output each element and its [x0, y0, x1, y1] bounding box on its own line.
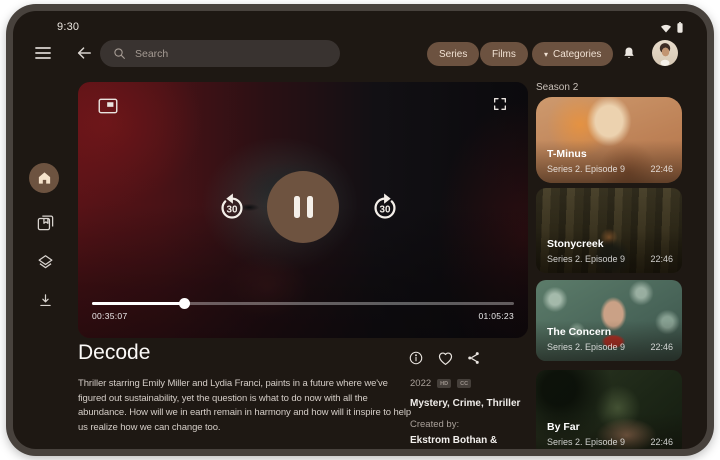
fullscreen-button[interactable] [492, 95, 510, 113]
layers-icon [36, 253, 55, 272]
episode-meta: Series 2. Episode 9 22:46 [547, 342, 673, 352]
episode-title: Stonycreek [547, 238, 604, 250]
avatar[interactable] [652, 40, 678, 66]
filter-chip-categories[interactable]: ▾ Categories [532, 42, 613, 66]
search-icon [113, 47, 126, 60]
chip-label: Series [439, 49, 467, 60]
search-input[interactable]: Search [100, 40, 340, 67]
filter-chip-series[interactable]: Series [427, 42, 479, 66]
sidebar-item-downloads[interactable] [34, 289, 56, 311]
episode-card-by-far[interactable]: By Far Series 2. Episode 9 22:46 [536, 370, 682, 449]
picture-in-picture-button[interactable] [98, 97, 120, 115]
episode-subtitle: Series 2. Episode 9 [547, 437, 625, 447]
sidebar-item-browse[interactable] [34, 251, 56, 273]
share-button[interactable] [466, 349, 483, 366]
episode-title: By Far [547, 421, 580, 433]
skip-seconds-label: 30 [380, 204, 391, 215]
title-actions [408, 349, 483, 366]
search-placeholder: Search [135, 48, 168, 60]
episode-card-the-concern[interactable]: The Concern Series 2. Episode 9 22:46 [536, 280, 682, 361]
forward-30-button[interactable]: 30 [367, 189, 403, 225]
episode-duration: 22:46 [650, 254, 673, 264]
replay-30-button[interactable]: 30 [214, 189, 250, 225]
download-icon [37, 292, 54, 309]
progress-track[interactable] [92, 302, 514, 305]
filter-chip-films[interactable]: Films [480, 42, 528, 66]
info-button[interactable] [408, 349, 425, 366]
episode-meta: Series 2. Episode 9 22:46 [547, 437, 673, 447]
play-pause-button[interactable] [267, 171, 339, 243]
episode-title: T-Minus [547, 148, 587, 160]
tablet-mockup: 9:30 Search Series Films [0, 0, 720, 460]
episode-duration: 22:46 [650, 164, 673, 174]
cc-badge: CC [457, 379, 471, 388]
status-bar-clock: 9:30 [57, 21, 79, 33]
metadata-panel: 2022 HD CC Mystery, Crime, Thriller Crea… [410, 378, 540, 449]
pause-icon [294, 196, 300, 218]
home-icon [37, 171, 52, 185]
battery-icon [677, 22, 683, 33]
progress-fill [92, 302, 185, 305]
episode-meta: Series 2. Episode 9 22:46 [547, 164, 673, 174]
episode-meta: Series 2. Episode 9 22:46 [547, 254, 673, 264]
genres-text: Mystery, Crime, Thriller [410, 398, 540, 409]
synopsis-text: Thriller starring Emily Miller and Lydia… [78, 377, 412, 435]
episode-duration: 22:46 [650, 342, 673, 352]
time-row: 00:35:07 01:05:23 [92, 311, 514, 321]
sidebar-item-home[interactable] [29, 163, 59, 193]
chip-label: Films [492, 49, 516, 60]
video-player[interactable]: 30 30 00:35:07 01:05:23 [78, 82, 528, 338]
created-by-label: Created by: [410, 419, 540, 430]
status-bar-icons [660, 22, 683, 33]
episode-card-stonycreek[interactable]: Stonycreek Series 2. Episode 9 22:46 [536, 188, 682, 273]
creator-name: Ekstrom Bothan & [410, 434, 540, 447]
hd-badge: HD [437, 379, 451, 388]
season-label: Season 2 [536, 82, 578, 93]
episode-duration: 22:46 [650, 437, 673, 447]
wifi-icon [660, 23, 672, 33]
notifications-button[interactable] [621, 44, 639, 62]
skip-seconds-label: 30 [227, 204, 238, 215]
bell-icon [621, 45, 639, 62]
chip-label: Categories [553, 49, 601, 60]
page-title: Decode [78, 341, 150, 365]
progress-thumb[interactable] [179, 298, 190, 309]
episode-subtitle: Series 2. Episode 9 [547, 164, 625, 174]
favorite-button[interactable] [437, 349, 454, 366]
back-button[interactable] [75, 44, 95, 62]
episode-subtitle: Series 2. Episode 9 [547, 342, 625, 352]
release-year: 2022 [410, 378, 431, 389]
bookmark-collections-icon [36, 213, 55, 232]
menu-button[interactable] [34, 44, 54, 62]
app-screen: 9:30 Search Series Films [13, 11, 707, 449]
episode-title: The Concern [547, 326, 611, 338]
sidebar-item-library[interactable] [34, 211, 56, 233]
episode-card-t-minus[interactable]: T-Minus Series 2. Episode 9 22:46 [536, 97, 682, 183]
current-time-label: 00:35:07 [92, 311, 128, 321]
duration-label: 01:05:23 [479, 311, 515, 321]
episode-subtitle: Series 2. Episode 9 [547, 254, 625, 264]
caret-down-icon: ▾ [544, 50, 548, 59]
